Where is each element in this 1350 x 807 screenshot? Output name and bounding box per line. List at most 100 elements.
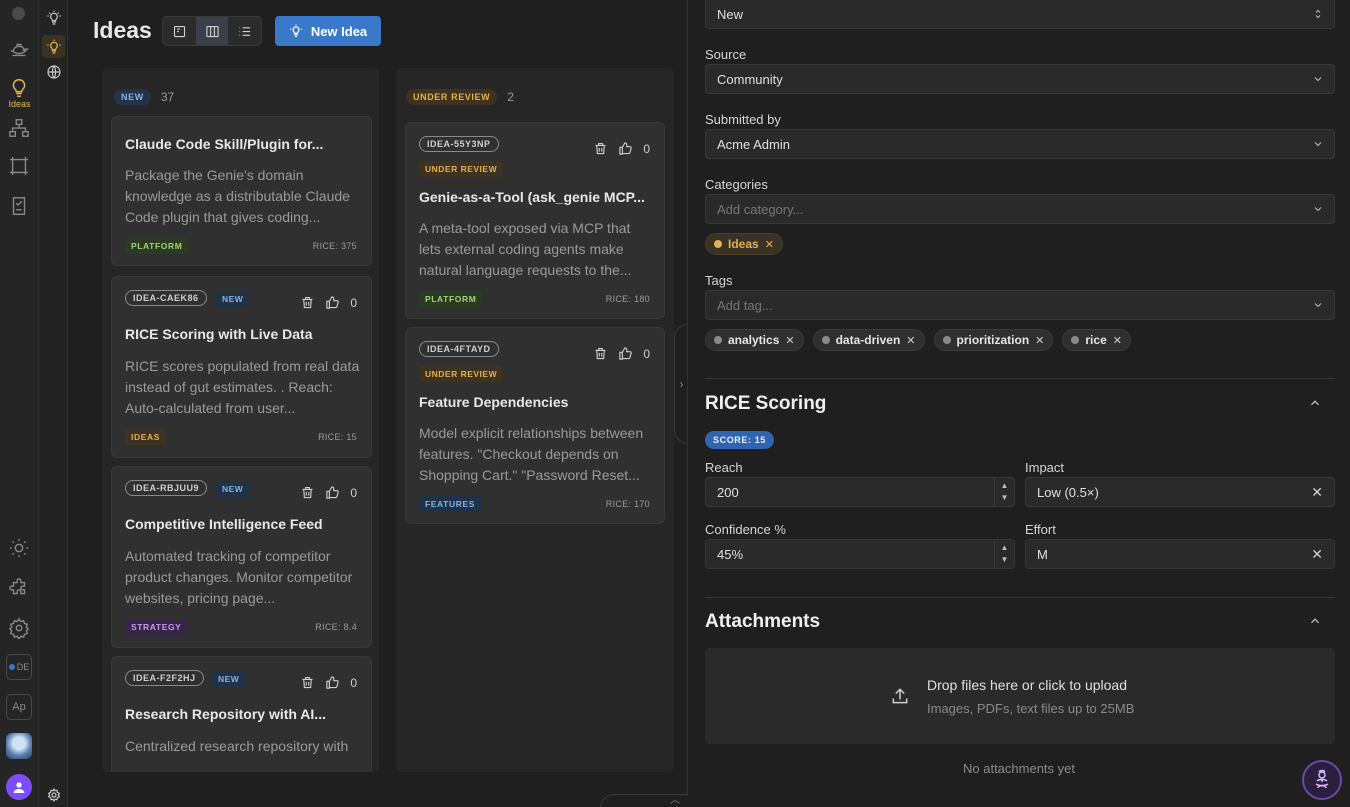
genie-assistant-button[interactable] — [1302, 760, 1342, 800]
trash-icon[interactable] — [300, 295, 315, 310]
workspace-de-badge[interactable]: DE — [6, 654, 32, 680]
thumbs-up-icon[interactable] — [618, 141, 633, 156]
tag-dot — [714, 336, 722, 344]
thumbs-up-icon[interactable] — [325, 295, 340, 310]
idea-card-category: PLATFORM — [125, 238, 189, 254]
tag-dot — [1071, 336, 1080, 344]
rail-settings-icon[interactable] — [42, 783, 65, 806]
submitted-by-select[interactable]: Acme Admin — [705, 129, 1335, 159]
file-dropzone[interactable]: Drop files here or click to upload Image… — [705, 648, 1335, 744]
tag-chip-label: prioritization — [956, 333, 1030, 347]
chevron-up-icon[interactable] — [1308, 396, 1322, 410]
thumbs-up-icon[interactable] — [618, 346, 633, 361]
settings-gear-icon[interactable] — [5, 614, 33, 642]
idea-card-title: Feature Dependencies — [419, 394, 569, 410]
idea-card[interactable]: IDEA-RBJUU9 NEW 0 Competitive Intelligen… — [111, 466, 372, 648]
impact-select[interactable]: Low (0.5×) ✕ — [1025, 477, 1335, 507]
tags-placeholder: Add tag... — [717, 297, 773, 313]
remove-tag-icon[interactable]: ✕ — [906, 334, 915, 347]
column-header-review: UNDER REVIEW 2 — [406, 89, 514, 105]
source-select[interactable]: Community — [705, 64, 1335, 94]
idea-card[interactable]: IDEA-4FTAYD UNDER REVIEW 0 Feature Depen… — [405, 327, 665, 524]
idea-card-actions: 0 — [593, 141, 650, 156]
ideas-board-icon[interactable] — [42, 35, 65, 58]
thumbs-up-icon[interactable] — [325, 675, 340, 690]
effort-select[interactable]: M ✕ — [1025, 539, 1335, 569]
idea-card[interactable]: IDEA-F2F2HJ NEW 0 Research Repository wi… — [111, 656, 372, 772]
tags-input[interactable]: Add tag... — [705, 290, 1335, 320]
theme-sun-icon[interactable] — [5, 534, 33, 562]
view-board-button[interactable] — [195, 17, 229, 45]
view-toggle-group — [162, 16, 262, 46]
idea-card-votes: 0 — [643, 141, 650, 156]
clear-effort-icon[interactable]: ✕ — [1311, 546, 1323, 563]
remove-tag-icon[interactable]: ✕ — [1035, 334, 1044, 347]
workspace-ap-badge[interactable]: Ap — [6, 694, 32, 720]
genie-lamp-icon[interactable] — [5, 35, 33, 63]
panel-collapse-handle[interactable]: › — [674, 324, 688, 444]
idea-card[interactable]: Claude Code Skill/Plugin for... Package … — [111, 116, 372, 266]
tag-chip: prioritization ✕ — [933, 329, 1054, 351]
org-logo-avatar[interactable] — [6, 733, 32, 759]
submitted-by-label: Submitted by — [705, 112, 781, 127]
idea-card-title: Genie-as-a-Tool (ask_genie MCP... — [419, 189, 645, 205]
remove-tag-icon[interactable]: ✕ — [1113, 334, 1122, 347]
new-idea-button[interactable]: New Idea — [275, 16, 381, 46]
chevron-down-icon — [1314, 303, 1322, 308]
view-list-button[interactable] — [228, 17, 261, 45]
clear-impact-icon[interactable]: ✕ — [1311, 484, 1323, 501]
remove-category-icon[interactable]: ✕ — [765, 238, 774, 251]
window-dot — [12, 7, 25, 20]
globe-icon[interactable] — [42, 60, 65, 83]
impact-label: Impact — [1025, 460, 1065, 475]
app: Ideas DE Ap Ideas New Idea NEW 37 Claude… — [0, 0, 1350, 807]
idea-card-actions: 0 — [593, 346, 650, 361]
trash-icon[interactable] — [300, 485, 315, 500]
idea-card-rice: RICE: 375 — [312, 241, 357, 251]
checklist-icon[interactable] — [5, 192, 33, 220]
effort-label: Effort — [1025, 522, 1056, 537]
idea-card[interactable]: IDEA-CAEK86 NEW 0 RICE Scoring with Live… — [111, 276, 372, 458]
confidence-input[interactable]: 45% ▲ ▼ — [705, 539, 1015, 569]
chevron-up-icon[interactable] — [1308, 614, 1322, 628]
column-new: NEW 37 Claude Code Skill/Plugin for... P… — [102, 68, 379, 772]
idea-card-id: IDEA-F2F2HJ — [125, 670, 204, 686]
reach-input[interactable]: 200 ▲ ▼ — [705, 477, 1015, 507]
idea-card-title: Competitive Intelligence Feed — [125, 516, 323, 532]
left-rail: Ideas DE Ap — [0, 0, 39, 807]
categories-placeholder: Add category... — [717, 201, 804, 217]
categories-input[interactable]: Add category... — [705, 194, 1335, 224]
idea-card-actions: 0 — [300, 675, 357, 690]
submitted-by-value: Acme Admin — [717, 136, 790, 152]
chevron-right-icon: › — [679, 377, 684, 391]
chevron-down-icon — [1314, 207, 1322, 212]
idea-card-id: IDEA-4FTAYD — [419, 341, 499, 357]
thumbs-up-icon[interactable] — [325, 485, 340, 500]
idea-card-status: NEW — [212, 671, 246, 687]
idea-card-id: IDEA-CAEK86 — [125, 290, 207, 306]
puzzle-icon[interactable] — [5, 574, 33, 602]
view-single-button[interactable] — [163, 17, 196, 45]
idea-card-desc: Centralized research repository with — [125, 738, 349, 754]
confidence-stepper[interactable]: ▲ ▼ — [994, 540, 1014, 568]
column-status-pill: NEW — [114, 89, 151, 105]
ideas-nav-icon[interactable] — [5, 74, 33, 102]
trash-icon[interactable] — [300, 675, 315, 690]
trash-icon[interactable] — [593, 141, 608, 156]
hierarchy-icon[interactable] — [5, 114, 33, 142]
trash-icon[interactable] — [593, 346, 608, 361]
idea-card-category: STRATEGY — [125, 619, 188, 635]
no-attachments-text: No attachments yet — [963, 761, 1075, 776]
status-select[interactable]: New — [705, 0, 1335, 29]
ideas-nav-label[interactable]: Ideas — [0, 99, 39, 109]
idea-card[interactable]: IDEA-55Y3NP UNDER REVIEW 0 Genie-as-a-To… — [405, 122, 665, 319]
reach-stepper[interactable]: ▲ ▼ — [994, 478, 1014, 506]
frame-icon[interactable] — [5, 152, 33, 180]
idea-card-status: UNDER REVIEW — [419, 366, 504, 382]
user-avatar[interactable] — [6, 774, 32, 800]
confidence-label: Confidence % — [705, 522, 786, 537]
column-under-review: UNDER REVIEW 2 IDEA-55Y3NP UNDER REVIEW … — [396, 68, 674, 772]
column-count: 2 — [507, 90, 514, 104]
lightbulb-icon[interactable] — [42, 6, 65, 29]
remove-tag-icon[interactable]: ✕ — [785, 334, 794, 347]
